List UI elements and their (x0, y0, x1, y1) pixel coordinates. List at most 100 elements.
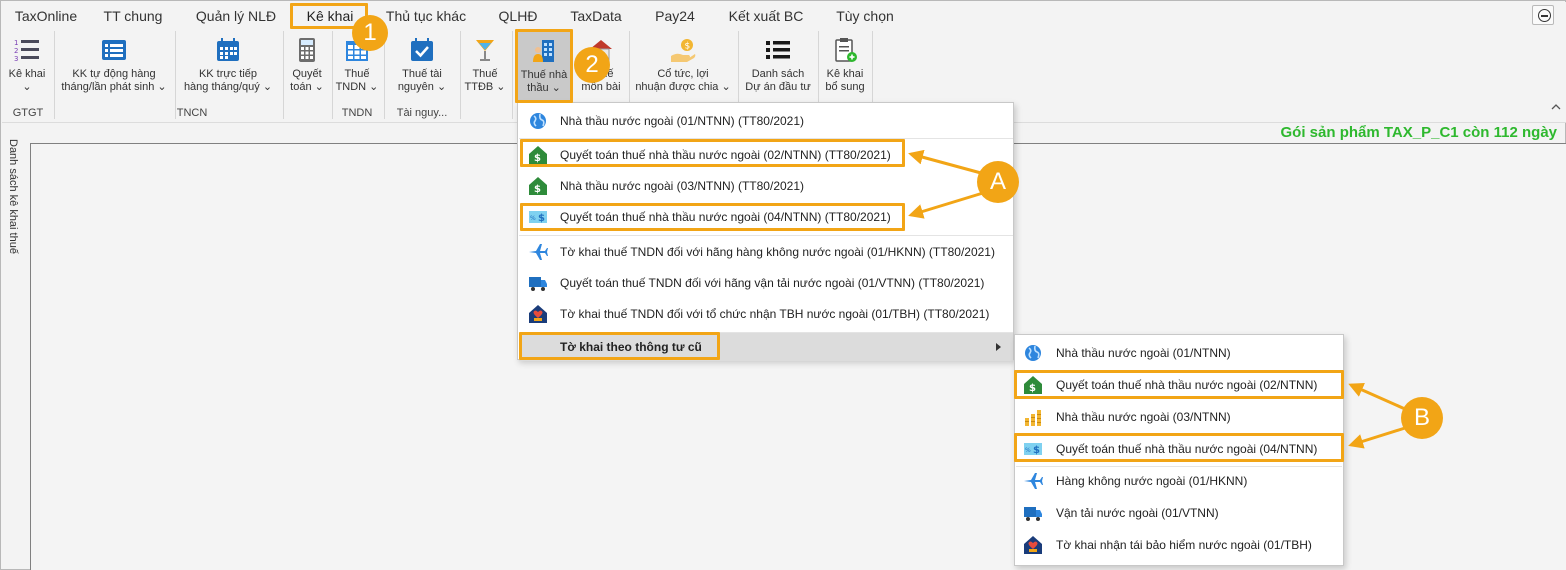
svg-text:%: % (1025, 447, 1031, 454)
tab-quan-ly-nld[interactable]: Quản lý NLĐ (193, 4, 279, 28)
ribbon-separator (54, 31, 55, 119)
group-label-tai-nguyen: Tài nguy... (396, 107, 448, 119)
ribbon-kk-tu-dong-button[interactable]: KK tự động hàng tháng/lần phát sinh ⌄ (58, 33, 170, 103)
ribbon-kk-tu-dong-label: KK tự động hàng tháng/lần phát sinh ⌄ (61, 68, 167, 93)
tab-tuy-chon[interactable]: Tùy chọn (832, 4, 898, 28)
submenu-item-01-hknn[interactable]: Hàng không nước ngoài (01/HKNN) (1016, 466, 1342, 496)
submenu-item-label: Quyết toán thuế nhà thầu nước ngoài (04/… (1056, 442, 1318, 456)
group-label-tndn: TNDN (341, 107, 373, 119)
ribbon-separator (384, 31, 385, 119)
dropdown-item-label: Tờ khai thuế TNDN đối với tổ chức nhận T… (560, 307, 990, 321)
ribbon-thue-nha-thau-button[interactable]: Thuế nhà thầu ⌄ (516, 29, 572, 101)
money-house-icon: $ (1024, 376, 1042, 394)
ribbon-kk-truc-tiep-button[interactable]: KK trực tiếp hàng tháng/quý ⌄ (178, 33, 278, 103)
ribbon-ke-khai-button[interactable]: 1 2 3 Kê khai ⌄ (6, 33, 48, 103)
globe-icon (530, 113, 546, 129)
tab-ke-khai[interactable]: Kê khai (302, 4, 358, 28)
tab-qlhd[interactable]: QLHĐ (496, 4, 540, 28)
dropdown-item-03-ntnn[interactable]: $ Nhà thầu nước ngoài (03/NTNN) (TT80/20… (519, 171, 1013, 201)
svg-text:$: $ (534, 184, 541, 195)
ribbon-thue-ttdb-button[interactable]: Thuế TTĐB ⌄ (463, 33, 507, 103)
old-circular-submenu: Nhà thầu nước ngoài (01/NTNN) $ Quyết to… (1014, 334, 1344, 566)
side-tab-label: Danh sách kê khai thuế (7, 139, 19, 254)
svg-text:$: $ (534, 153, 541, 164)
cocktail-icon (476, 40, 494, 61)
chevron-up-icon[interactable] (1550, 101, 1562, 113)
menu-separator (519, 235, 1013, 236)
clipboard-add-icon (835, 38, 857, 62)
contractor-tax-dropdown: Nhà thầu nước ngoài (01/NTNN) (TT80/2021… (517, 102, 1014, 361)
submenu-item-label: Tờ khai nhận tái bảo hiểm nước ngoài (01… (1056, 538, 1312, 552)
submenu-item-01-ntnn[interactable]: Nhà thầu nước ngoài (01/NTNN) (1016, 338, 1342, 368)
ribbon-thue-ttdb-label: Thuế TTĐB ⌄ (464, 68, 506, 93)
svg-text:$: $ (1029, 383, 1036, 394)
tab-tt-chung[interactable]: TT chung (100, 4, 166, 28)
auto-declare-icon (102, 40, 126, 60)
dropdown-item-old-circular[interactable]: Tờ khai theo thông tư cũ (519, 333, 1013, 361)
ribbon-thue-tai-nguyen-label: Thuế tài nguyên ⌄ (397, 68, 447, 93)
ribbon-ke-khai-bo-sung-button[interactable]: Kê khai bổ sung (821, 33, 869, 103)
percent-dollar-icon: % $ (1024, 443, 1042, 456)
ribbon-separator (332, 31, 333, 119)
submenu-item-label: Quyết toán thuế nhà thầu nước ngoài (02/… (1056, 378, 1318, 392)
money-house-icon: $ (529, 177, 547, 195)
tab-ket-xuat-bc[interactable]: Kết xuất BC (726, 4, 806, 28)
svg-text:1: 1 (14, 39, 18, 47)
submenu-item-01-tbh[interactable]: Tờ khai nhận tái bảo hiểm nước ngoài (01… (1016, 530, 1342, 560)
truck-icon (1024, 507, 1042, 521)
submenu-item-label: Nhà thầu nước ngoài (03/NTNN) (1056, 410, 1231, 424)
bullet-list-icon (766, 41, 790, 59)
list-numbered-icon: 1 2 3 (14, 39, 39, 63)
ribbon-thue-tai-nguyen-button[interactable]: Thuế tài nguyên ⌄ (388, 33, 456, 103)
label-b-badge: B (1401, 397, 1443, 439)
airplane-icon (529, 244, 548, 260)
ribbon-separator (512, 31, 513, 119)
calculator-icon (299, 38, 315, 62)
truck-icon (529, 277, 547, 291)
submenu-item-04-ntnn[interactable]: % $ Quyết toán thuế nhà thầu nước ngoài … (1016, 434, 1342, 464)
dropdown-item-label: Quyết toán thuế TNDN đối với hãng vận tả… (560, 276, 985, 290)
insurance-house-icon (1024, 536, 1042, 554)
dropdown-item-label: Quyết toán thuế nhà thầu nước ngoài (02/… (560, 148, 891, 162)
tab-thu-tuc-khac[interactable]: Thủ tục khác (382, 4, 470, 28)
tab-taxdata[interactable]: TaxData (566, 4, 626, 28)
svg-text:$: $ (538, 213, 545, 224)
ribbon-quyet-toan-label: Quyết toán ⌄ (290, 68, 324, 93)
dropdown-item-01-hknn[interactable]: Tờ khai thuế TNDN đối với hãng hàng khôn… (519, 237, 1013, 267)
svg-text:$: $ (685, 42, 691, 52)
ribbon-ke-khai-label: Kê khai ⌄ (8, 68, 46, 93)
dropdown-item-04-ntnn[interactable]: % $ Quyết toán thuế nhà thầu nước ngoài … (519, 202, 1013, 232)
dropdown-item-01-vtnn[interactable]: Quyết toán thuế TNDN đối với hãng vận tả… (519, 268, 1013, 298)
dropdown-item-01-tbh[interactable]: Tờ khai thuế TNDN đối với tổ chức nhận T… (519, 299, 1013, 329)
ribbon-separator (175, 31, 176, 119)
airplane-icon (1024, 473, 1043, 489)
ribbon-quyet-toan-button[interactable]: Quyết toán ⌄ (286, 33, 328, 103)
dropdown-item-label: Nhà thầu nước ngoài (01/NTNN) (TT80/2021… (560, 114, 805, 128)
svg-text:%: % (530, 215, 536, 222)
submenu-item-label: Hàng không nước ngoài (01/HKNN) (1056, 474, 1248, 488)
ribbon-separator (460, 31, 461, 119)
ribbon-co-tuc-button[interactable]: $ Cổ tức, lợi nhuận được chia ⌄ (633, 33, 733, 103)
label-a-badge: A (977, 161, 1019, 203)
tab-pay24[interactable]: Pay24 (652, 4, 698, 28)
minimize-ribbon-button[interactable] (1532, 5, 1554, 25)
dividend-icon: $ (671, 39, 696, 62)
ribbon-thue-tndn-label: Thuế TNDN ⌄ (335, 68, 379, 93)
ribbon-danh-sach-du-an-button[interactable]: Danh sách Dự án đầu tư (742, 33, 814, 103)
tab-taxonline[interactable]: TaxOnline (14, 4, 78, 28)
submenu-item-02-ntnn[interactable]: $ Quyết toán thuế nhà thầu nước ngoài (0… (1016, 370, 1342, 400)
step-1-badge: 1 (352, 15, 388, 51)
submenu-item-01-vtnn[interactable]: Vận tải nước ngoài (01/VTNN) (1016, 498, 1342, 528)
dropdown-item-02-ntnn[interactable]: $ Quyết toán thuế nhà thầu nước ngoài (0… (519, 140, 1013, 170)
ribbon-kk-truc-tiep-label: KK trực tiếp hàng tháng/quý ⌄ (183, 68, 273, 93)
money-house-icon: $ (529, 146, 547, 164)
group-label-gtgt: GTGT (12, 107, 44, 119)
ribbon-danh-sach-du-an-label: Danh sách Dự án đầu tư (745, 68, 811, 93)
svg-text:$: $ (1033, 445, 1040, 456)
check-calendar-icon (411, 38, 433, 61)
dropdown-item-label: Nhà thầu nước ngoài (03/NTNN) (TT80/2021… (560, 179, 805, 193)
dropdown-item-01-ntnn[interactable]: Nhà thầu nước ngoài (01/NTNN) (TT80/2021… (519, 106, 1013, 136)
submenu-item-03-ntnn[interactable]: Nhà thầu nước ngoài (03/NTNN) (1016, 402, 1342, 432)
contractor-icon (533, 40, 554, 62)
menu-separator (519, 138, 1013, 139)
